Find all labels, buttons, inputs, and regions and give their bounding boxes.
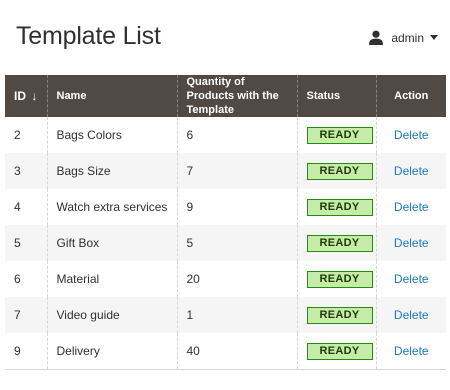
delete-link[interactable]: Delete: [394, 128, 429, 142]
cell-quantity: 6: [177, 117, 298, 153]
table-body: 2 Bags Colors 6 READY Delete 3 Bags Size 7 READY…: [5, 117, 446, 370]
cell-action: Delete: [376, 261, 446, 297]
column-header-id[interactable]: ID ↓: [5, 75, 48, 117]
column-header-name[interactable]: Name: [47, 75, 178, 117]
cell-id: 4: [5, 189, 48, 225]
table-row[interactable]: 7 Video guide 1 READY Delete: [5, 297, 446, 333]
cell-quantity: 20: [177, 261, 298, 297]
cell-name: Watch extra services: [47, 189, 178, 225]
cell-status: READY: [297, 117, 377, 153]
status-badge: READY: [306, 234, 373, 252]
table-row[interactable]: 2 Bags Colors 6 READY Delete: [5, 117, 446, 153]
table-header-row: ID ↓ Name Quantity of Products with the …: [5, 75, 446, 117]
cell-action: Delete: [376, 117, 446, 153]
column-header-quantity[interactable]: Quantity of Products with the Template: [177, 75, 298, 117]
table-row[interactable]: 5 Gift Box 5 READY Delete: [5, 225, 446, 261]
cell-status: READY: [297, 225, 377, 261]
cell-id: 9: [5, 333, 48, 370]
cell-id: 7: [5, 297, 48, 333]
cell-status: READY: [297, 189, 377, 225]
cell-status: READY: [297, 333, 377, 370]
cell-action: Delete: [376, 153, 446, 189]
cell-status: READY: [297, 153, 377, 189]
user-icon: [369, 30, 384, 45]
cell-id: 5: [5, 225, 48, 261]
delete-link[interactable]: Delete: [394, 164, 429, 178]
status-badge: READY: [306, 270, 373, 288]
delete-link[interactable]: Delete: [394, 272, 429, 286]
column-header-action: Action: [376, 75, 446, 117]
cell-id: 6: [5, 261, 48, 297]
cell-name: Bags Size: [47, 153, 178, 189]
cell-action: Delete: [376, 189, 446, 225]
delete-link[interactable]: Delete: [394, 308, 429, 322]
delete-link[interactable]: Delete: [394, 200, 429, 214]
chevron-down-icon: [430, 35, 438, 40]
sort-desc-icon: ↓: [31, 89, 38, 103]
status-badge: READY: [306, 198, 373, 216]
cell-quantity: 9: [177, 189, 298, 225]
cell-status: READY: [297, 297, 377, 333]
table-row[interactable]: 9 Delivery 40 READY Delete: [5, 333, 446, 370]
column-header-id-label: ID: [14, 89, 26, 103]
cell-quantity: 7: [177, 153, 298, 189]
cell-id: 3: [5, 153, 48, 189]
delete-link[interactable]: Delete: [394, 236, 429, 250]
column-header-status[interactable]: Status: [297, 75, 377, 117]
cell-name: Bags Colors: [47, 117, 178, 153]
cell-quantity: 40: [177, 333, 298, 370]
template-table: ID ↓ Name Quantity of Products with the …: [5, 75, 446, 370]
cell-action: Delete: [376, 333, 446, 370]
cell-id: 2: [5, 117, 48, 153]
status-badge: READY: [306, 162, 373, 180]
admin-user-menu[interactable]: admin: [369, 30, 438, 45]
table-row[interactable]: 4 Watch extra services 9 READY Delete: [5, 189, 446, 225]
page-title: Template List: [16, 22, 161, 50]
status-badge: READY: [306, 126, 373, 144]
page-header: Template List admin: [0, 0, 450, 72]
user-name: admin: [391, 30, 424, 45]
template-grid: ID ↓ Name Quantity of Products with the …: [5, 75, 446, 370]
cell-name: Video guide: [47, 297, 178, 333]
table-row[interactable]: 3 Bags Size 7 READY Delete: [5, 153, 446, 189]
delete-link[interactable]: Delete: [394, 344, 429, 358]
cell-status: READY: [297, 261, 377, 297]
cell-quantity: 5: [177, 225, 298, 261]
cell-action: Delete: [376, 225, 446, 261]
cell-name: Material: [47, 261, 178, 297]
cell-action: Delete: [376, 297, 446, 333]
table-row[interactable]: 6 Material 20 READY Delete: [5, 261, 446, 297]
status-badge: READY: [306, 342, 373, 360]
cell-name: Gift Box: [47, 225, 178, 261]
cell-quantity: 1: [177, 297, 298, 333]
status-badge: READY: [306, 306, 373, 324]
cell-name: Delivery: [47, 333, 178, 370]
